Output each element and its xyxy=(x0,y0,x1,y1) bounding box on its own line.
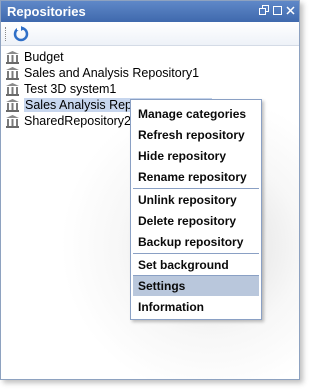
close-icon[interactable] xyxy=(285,5,296,16)
menu-separator xyxy=(133,253,259,254)
repository-label: SharedRepository2 xyxy=(24,114,132,128)
repository-icon xyxy=(6,51,19,64)
repository-icon xyxy=(6,115,19,128)
repository-label: Budget xyxy=(24,50,64,64)
restore-icon[interactable] xyxy=(259,5,270,16)
menu-separator xyxy=(133,188,259,189)
context-menu: Manage categories Refresh repository Hid… xyxy=(130,99,262,320)
repository-label: Test 3D system1 xyxy=(24,82,117,96)
menu-item-delete-repository[interactable]: Delete repository xyxy=(133,211,259,231)
menu-item-refresh-repository[interactable]: Refresh repository xyxy=(133,125,259,145)
repository-icon xyxy=(6,83,19,96)
menu-item-information[interactable]: Information xyxy=(133,297,259,317)
repository-icon xyxy=(6,67,19,80)
menu-item-unlink-repository[interactable]: Unlink repository xyxy=(133,190,259,210)
refresh-icon[interactable] xyxy=(12,25,30,43)
menu-item-manage-categories[interactable]: Manage categories xyxy=(133,104,259,124)
repository-icon xyxy=(6,99,19,112)
menu-item-set-background[interactable]: Set background xyxy=(133,255,259,275)
title-bar[interactable]: Repositories xyxy=(1,1,299,22)
repository-item[interactable]: Sales and Analysis Repository1 xyxy=(5,65,212,81)
panel-title: Repositories xyxy=(7,4,86,19)
menu-item-backup-repository[interactable]: Backup repository xyxy=(133,232,259,252)
menu-item-settings[interactable]: Settings xyxy=(133,276,259,296)
repository-item[interactable]: Budget xyxy=(5,49,212,65)
toolbar-grip[interactable] xyxy=(5,27,8,41)
toolbar xyxy=(1,22,299,46)
maximize-icon[interactable] xyxy=(272,5,283,16)
repository-item[interactable]: Test 3D system1 xyxy=(5,81,212,97)
menu-item-hide-repository[interactable]: Hide repository xyxy=(133,146,259,166)
menu-item-rename-repository[interactable]: Rename repository xyxy=(133,167,259,187)
repository-label: Sales and Analysis Repository1 xyxy=(24,66,200,80)
